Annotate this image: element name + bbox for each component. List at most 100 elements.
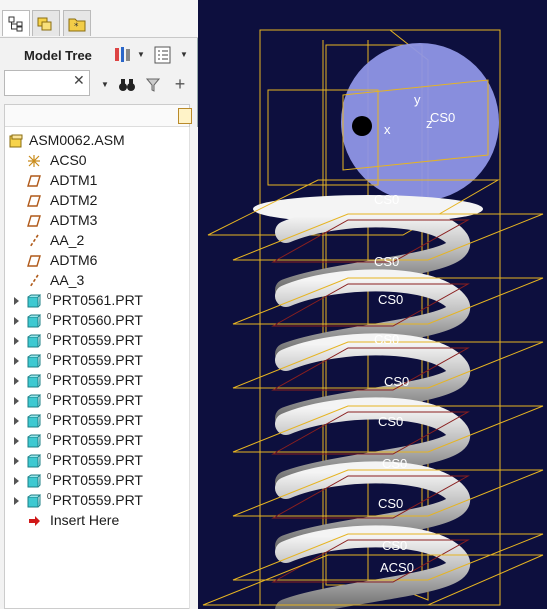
coil-csys-label-5: CS0 <box>384 374 409 389</box>
tree-item-label: AA_3 <box>50 272 84 288</box>
layers-tab[interactable] <box>32 10 60 36</box>
tree-item[interactable]: 0PRT0560.PRT <box>5 311 189 331</box>
expand-arrow-icon[interactable] <box>14 337 19 345</box>
tree-item[interactable]: 0PRT0559.PRT <box>5 471 189 491</box>
expand-arrow-icon[interactable] <box>14 437 19 445</box>
show-options-icon[interactable] <box>152 44 174 66</box>
tree-item[interactable]: AA_3 <box>5 271 189 291</box>
favorites-tab[interactable]: * <box>63 10 91 36</box>
model-tree-panel: * Model Tree ▼ ▼ ✕ ▼ + ASM0062.ASM ACS0 A… <box>0 0 199 609</box>
expand-arrow-icon[interactable] <box>14 397 19 405</box>
part-state-marker: 0 <box>47 352 52 362</box>
tools-dropdown-icon[interactable]: ▼ <box>137 50 145 59</box>
tree-item[interactable]: 0PRT0559.PRT <box>5 331 189 351</box>
disc-hole <box>352 116 372 136</box>
datum-plane-icon <box>27 255 41 267</box>
tree-item-label: 0PRT0559.PRT <box>47 352 143 368</box>
datum-plane-icon <box>27 215 41 227</box>
tree-item[interactable]: AA_2 <box>5 231 189 251</box>
part-icon <box>27 434 41 448</box>
datum-plane-icon <box>27 175 41 187</box>
part-state-marker: 0 <box>47 372 52 382</box>
bottom-csys-label: ACS0 <box>380 560 414 575</box>
part-icon <box>27 314 41 328</box>
tree-item-label: ADTM2 <box>50 192 97 208</box>
expand-arrow-icon[interactable] <box>14 497 19 505</box>
part-state-marker: 0 <box>47 412 52 422</box>
tree-item[interactable]: ADTM3 <box>5 211 189 231</box>
tree-item-text: Insert Here <box>50 512 120 528</box>
expand-arrow-icon[interactable] <box>14 377 19 385</box>
tree-item-text: PRT0559.PRT <box>52 352 143 368</box>
tree-item-text: PRT0559.PRT <box>52 332 143 348</box>
tree-item[interactable]: 0PRT0559.PRT <box>5 351 189 371</box>
tree-item[interactable]: 0PRT0561.PRT <box>5 291 189 311</box>
tree-item-label: ADTM3 <box>50 212 97 228</box>
expand-arrow-icon[interactable] <box>14 317 19 325</box>
graphics-viewport[interactable]: CS0 CS0 CS0 CS0 CS0 CS0 CS0 CS0 CS0 CS0 … <box>198 0 547 609</box>
axis-x-label: x <box>384 122 391 137</box>
tree-item[interactable]: ADTM1 <box>5 171 189 191</box>
tree-item[interactable]: 0PRT0559.PRT <box>5 391 189 411</box>
insert-here-item[interactable]: Insert Here <box>5 511 189 531</box>
tree-item[interactable]: ACS0 <box>5 151 189 171</box>
tree-item-text: PRT0559.PRT <box>52 432 143 448</box>
layers-icon <box>37 17 52 30</box>
tree-item-text: PRT0559.PRT <box>52 472 143 488</box>
tree-item[interactable]: 0PRT0559.PRT <box>5 491 189 511</box>
tree-item-label: 0PRT0559.PRT <box>47 472 143 488</box>
tree-item[interactable]: 0PRT0559.PRT <box>5 431 189 451</box>
expand-arrow-icon[interactable] <box>14 477 19 485</box>
axis-z-label: z <box>426 116 433 131</box>
column-settings-icon[interactable] <box>178 108 192 124</box>
axis-y-label: y <box>414 92 421 107</box>
expand-arrow-icon[interactable] <box>14 297 19 305</box>
tree-item-label: 0PRT0559.PRT <box>47 332 143 348</box>
tree-item-label: 0PRT0559.PRT <box>47 412 143 428</box>
tree-item-text: PRT0561.PRT <box>52 292 143 308</box>
model-tree-tab[interactable] <box>2 10 30 36</box>
tree-icon <box>8 16 23 31</box>
part-icon <box>27 294 41 308</box>
tree-column-header <box>5 105 192 127</box>
spring-assembly-model[interactable]: CS0 CS0 CS0 CS0 CS0 CS0 CS0 CS0 CS0 CS0 … <box>198 0 547 609</box>
tree-item[interactable]: 0PRT0559.PRT <box>5 451 189 471</box>
part-icon <box>27 454 41 468</box>
model-tree: ASM0062.ASM ACS0 ADTM1 ADTM2 ADTM3 AA_2 ADTM6… <box>4 104 199 609</box>
add-icon[interactable]: + <box>171 74 189 94</box>
part-icon <box>27 334 41 348</box>
binoculars-icon[interactable] <box>117 76 137 94</box>
panel-tab-bar: * <box>0 0 198 38</box>
tools-icon[interactable] <box>112 44 134 66</box>
tree-root-item[interactable]: ASM0062.ASM <box>5 131 189 151</box>
tree-item-label: 0PRT0559.PRT <box>47 392 143 408</box>
tree-item-text: PRT0559.PRT <box>52 392 143 408</box>
expand-arrow-icon[interactable] <box>14 417 19 425</box>
tree-item-label: 0PRT0559.PRT <box>47 432 143 448</box>
tree-item[interactable]: 0PRT0559.PRT <box>5 411 189 431</box>
tree-item[interactable]: ADTM6 <box>5 251 189 271</box>
insert-arrow-icon <box>29 516 40 526</box>
expand-arrow-icon[interactable] <box>14 457 19 465</box>
tree-item-label: 0PRT0560.PRT <box>47 312 143 328</box>
search-dropdown-icon[interactable]: ▼ <box>101 80 109 89</box>
tree-item-text: AA_3 <box>50 272 85 288</box>
coil-csys-label-6: CS0 <box>378 414 403 429</box>
show-dropdown-icon[interactable]: ▼ <box>180 50 188 59</box>
part-icon <box>27 414 41 428</box>
tree-item[interactable]: 0PRT0559.PRT <box>5 371 189 391</box>
tree-item-label: ADTM1 <box>50 172 97 188</box>
part-icon <box>27 494 41 508</box>
part-state-marker: 0 <box>47 492 52 502</box>
tree-item-text: AA_2 <box>50 232 85 248</box>
coil-csys-label-1: CS0 <box>374 192 399 207</box>
tree-item[interactable]: ADTM2 <box>5 191 189 211</box>
top-csys-label: CS0 <box>430 110 455 125</box>
clear-search-icon[interactable]: ✕ <box>73 72 85 89</box>
part-icon <box>27 374 41 388</box>
tree-root-label: ASM0062.ASM <box>29 132 125 148</box>
expand-arrow-icon[interactable] <box>14 357 19 365</box>
filter-icon[interactable] <box>145 76 161 94</box>
svg-text:*: * <box>74 22 79 32</box>
tree-item-label: 0PRT0559.PRT <box>47 372 143 388</box>
